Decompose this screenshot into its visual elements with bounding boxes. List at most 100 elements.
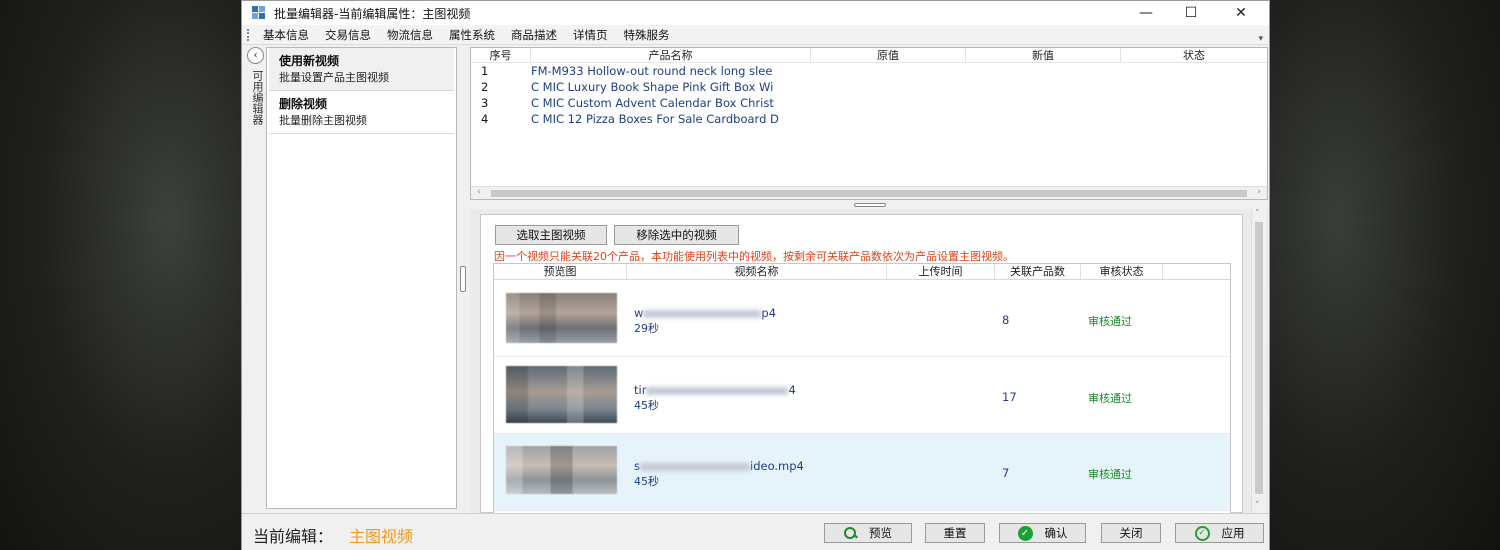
table-row[interactable]: 1 FM-M933 Hollow-out round neck long sle… [471,63,1267,79]
operation-delete-video[interactable]: 删除视频 批量删除主图视频 [269,91,454,134]
col-index[interactable]: 序号 [471,48,531,62]
video-box: 选取主图视频 移除选中的视频 因一个视频只能关联20个产品，本功能使用列表中的视… [480,214,1243,514]
preview-button[interactable]: 预览 [824,523,912,543]
scroll-left-icon[interactable]: ‹ [477,187,481,197]
table-row[interactable]: 3 C MIC Custom Advent Calendar Box Chris… [471,95,1267,111]
col-upload-time[interactable]: 上传时间 [887,264,995,279]
operation-title: 使用新视频 [279,54,340,68]
menu-grip-icon[interactable] [247,28,255,41]
operation-list: 使用新视频 批量设置产品主图视频 删除视频 批量删除主图视频 [266,47,457,509]
confirm-button[interactable]: ✓ 确认 [999,523,1086,543]
window-title: 批量编辑器-当前编辑属性：主图视频 [274,6,471,21]
scrollbar-thumb[interactable] [491,190,1247,197]
video-thumbnail [506,293,617,343]
video-name-start: tir [634,383,647,397]
linked-product-count: 17 [1002,390,1017,404]
redacted-name [646,386,789,395]
close-button[interactable]: 关闭 [1101,523,1161,543]
operation-use-new-video[interactable]: 使用新视频 批量设置产品主图视频 [269,48,454,91]
operation-title: 删除视频 [279,97,328,111]
background-right [1270,0,1500,550]
product-grid-header: 序号 产品名称 原值 新值 状态 [471,48,1267,63]
scroll-down-icon[interactable]: ˅ [1255,501,1260,511]
scroll-up-icon[interactable]: ˄ [1255,209,1260,219]
table-row[interactable]: tir 4 45秒 17 审核通过 [494,357,1230,434]
col-video-name[interactable]: 视频名称 [627,264,887,279]
scrollbar-thumb[interactable] [1255,222,1263,494]
apply-button[interactable]: ✓ 应用 [1175,523,1264,543]
batch-editor-window: 批量编辑器-当前编辑属性：主图视频 — ☐ ✕ 基本信息 交易信息 物流信息 属… [241,0,1270,550]
col-linked-count[interactable]: 关联产品数 [995,264,1081,279]
video-duration: 29秒 [634,322,659,335]
title-bar: 批量编辑器-当前编辑属性：主图视频 — ☐ ✕ [242,1,1269,25]
horizontal-splitter-handle[interactable] [854,203,886,207]
remove-selected-video-button[interactable]: 移除选中的视频 [614,225,739,245]
table-row-selected[interactable]: s ideo.mp4 45秒 7 审核通过 [494,434,1230,511]
current-edit-value: 主图视频 [349,527,414,546]
menu-trade-info[interactable]: 交易信息 [317,25,379,45]
vertical-splitter-handle[interactable] [460,266,466,292]
col-old-value[interactable]: 原值 [811,48,966,62]
product-grid: 序号 产品名称 原值 新值 状态 1 FM-M933 Hollow-out ro… [470,47,1268,200]
video-name: w p4 [634,306,776,320]
col-review-status[interactable]: 审核状态 [1081,264,1163,279]
available-editors-label: 可用编辑器 [251,70,264,125]
menu-special-service[interactable]: 特殊服务 [616,25,678,45]
row-product-name: FM-M933 Hollow-out round neck long slee [531,64,773,78]
video-name-end: 4 [788,383,796,397]
available-editors-tab[interactable]: ‹ 可用编辑器 [246,47,266,509]
row-product-name: C MIC Custom Advent Calendar Box Christ [531,96,774,110]
table-row[interactable]: w p4 29秒 8 审核通过 [494,280,1230,357]
col-new-value[interactable]: 新值 [966,48,1121,62]
col-product-name[interactable]: 产品名称 [531,48,811,62]
video-table: 预览图 视频名称 上传时间 关联产品数 审核状态 w p4 29秒 8 审核通过 … [493,263,1231,514]
reset-button[interactable]: 重置 [925,523,985,543]
check-circle-outline-icon: ✓ [1194,525,1210,541]
video-duration: 45秒 [634,399,659,412]
col-preview[interactable]: 预览图 [494,264,627,279]
menu-overflow-icon[interactable]: ▾ [1258,34,1263,44]
close-window-button[interactable]: ✕ [1218,1,1264,25]
video-duration: 45秒 [634,475,659,488]
preview-label: 预览 [869,526,892,540]
row-index: 3 [481,96,489,110]
menu-basic-info[interactable]: 基本信息 [255,25,317,45]
maximize-button[interactable]: ☐ [1168,1,1214,25]
menu-product-description[interactable]: 商品描述 [503,25,565,45]
review-status: 审核通过 [1088,315,1132,328]
row-product-name: C MIC 12 Pizza Boxes For Sale Cardboard … [531,112,779,126]
video-name: s ideo.mp4 [634,459,804,473]
check-circle-icon: ✓ [1017,525,1033,541]
video-name-end: p4 [761,306,777,320]
background-left [0,0,241,550]
vertical-scrollbar[interactable]: ˄ ˅ [1251,209,1266,513]
redacted-name [643,309,762,318]
row-index: 2 [481,80,489,94]
table-row[interactable]: 4 C MIC 12 Pizza Boxes For Sale Cardboar… [471,111,1267,127]
menu-bar: 基本信息 交易信息 物流信息 属性系统 商品描述 详情页 特殊服务 ▾ [242,25,1269,45]
video-panel: 选取主图视频 移除选中的视频 因一个视频只能关联20个产品，本功能使用列表中的视… [470,209,1268,514]
collapse-panel-icon[interactable]: ‹ [247,47,264,64]
current-edit-label: 当前编辑： [253,527,334,546]
menu-detail-page[interactable]: 详情页 [565,25,616,45]
video-name: tir 4 [634,383,796,397]
menu-logistics-info[interactable]: 物流信息 [379,25,441,45]
operation-desc: 批量设置产品主图视频 [279,71,389,84]
app-icon [252,6,266,20]
video-thumbnail [506,446,617,494]
col-status[interactable]: 状态 [1121,48,1267,62]
search-icon [844,526,857,540]
horizontal-scrollbar[interactable]: ‹ › [471,186,1267,199]
video-thumbnail [506,366,617,423]
footer-bar: 当前编辑： 主图视频 预览 重置 ✓ 确认 关闭 ✓ 应用 [242,513,1269,550]
review-status: 审核通过 [1088,392,1132,405]
menu-attribute-system[interactable]: 属性系统 [441,25,503,45]
linked-product-count: 7 [1002,466,1010,480]
operation-desc: 批量删除主图视频 [279,114,367,127]
scroll-right-icon[interactable]: › [1257,187,1261,197]
pick-main-video-button[interactable]: 选取主图视频 [495,225,607,245]
table-row[interactable]: 2 C MIC Luxury Book Shape Pink Gift Box … [471,79,1267,95]
minimize-button[interactable]: — [1123,1,1169,25]
notice-text: 因一个视频只能关联20个产品，本功能使用列表中的视频，按剩余可关联产品数依次为产… [494,250,1014,263]
row-index: 4 [481,112,489,126]
